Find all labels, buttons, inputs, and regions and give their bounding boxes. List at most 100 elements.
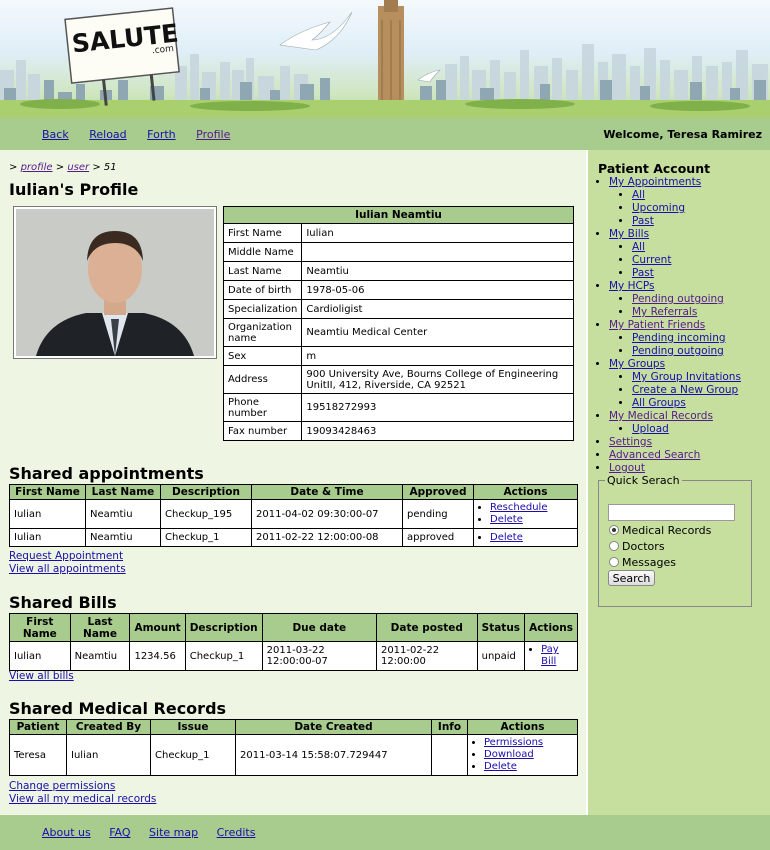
forth-link[interactable]: Forth (147, 128, 175, 141)
change-permissions-link[interactable]: Change permissions (9, 780, 156, 793)
sidebar-item-advanced-search[interactable]: Advanced Search (609, 449, 700, 461)
radio-icon[interactable] (609, 541, 619, 551)
sidebar-subitem-pending-outgoing[interactable]: Pending outgoing (632, 293, 724, 305)
radio-medical-records[interactable]: Medical Records (609, 524, 711, 537)
column-header: Issue (150, 719, 236, 735)
sidebar-subitem-all[interactable]: All (632, 189, 645, 201)
sidebar-nav: My Appointments All Upcoming Past My Bil… (598, 176, 741, 475)
sidebar-subitem-all-groups[interactable]: All Groups (632, 397, 686, 409)
field-value: m (301, 346, 574, 366)
request-appointment-link[interactable]: Request Appointment (9, 550, 126, 563)
cell: Neamtiu (69, 641, 131, 671)
delete-link[interactable]: Delete (484, 761, 517, 772)
quick-search-legend: Quick Serach (607, 474, 680, 487)
column-header: Due date (261, 613, 377, 642)
cell: Iulian (66, 734, 151, 776)
profile-name-header: Iulian Neamtiu (223, 206, 574, 224)
sidebar-item-my-medical-records[interactable]: My Medical Records (609, 410, 713, 422)
sidebar-subitem-group-invitations[interactable]: My Group Invitations (632, 371, 741, 383)
column-header: Date posted (375, 613, 478, 642)
field-value: 900 University Ave, Bourns College of En… (301, 365, 574, 394)
profile-photo (13, 206, 217, 359)
cell (431, 734, 468, 776)
search-button[interactable]: Search (608, 570, 655, 586)
field-label: Last Name (222, 261, 303, 281)
column-header: Amount (129, 613, 186, 642)
column-header: Status (476, 613, 526, 642)
cell: Iulian (9, 528, 86, 547)
footer-bar: About us FAQ Site map Credits (0, 815, 770, 850)
sidebar-item-my-appointments[interactable]: My Appointments (609, 176, 701, 188)
credits-link[interactable]: Credits (217, 826, 256, 839)
delete-link[interactable]: Delete (490, 514, 523, 525)
breadcrumb-id: 51 (103, 162, 117, 173)
field-value: Neamtiu (301, 261, 574, 281)
records-heading: Shared Medical Records (9, 699, 227, 718)
table-row: Iulian Neamtiu Checkup_1 2011-02-22 12:0… (9, 528, 578, 547)
cell: Iulian (9, 641, 71, 671)
cell: Iulian (9, 499, 86, 529)
sidebar-item-my-bills[interactable]: My Bills (609, 228, 649, 240)
field-value: 1978-05-06 (301, 280, 574, 300)
cell: Checkup_195 (160, 499, 252, 529)
view-all-appointments-link[interactable]: View all appointments (9, 563, 126, 576)
about-us-link[interactable]: About us (42, 826, 91, 839)
field-label: Sex (222, 346, 303, 366)
page-title: Iulian's Profile (9, 180, 139, 199)
breadcrumb-user-link[interactable]: user (67, 162, 89, 173)
field-value: 19093428463 (301, 421, 574, 441)
quick-search-input[interactable] (608, 504, 735, 521)
sidebar-subitem-pending-outgoing[interactable]: Pending outgoing (632, 345, 724, 357)
delete-link[interactable]: Delete (490, 532, 523, 543)
cell: Teresa (9, 734, 67, 776)
site-map-link[interactable]: Site map (149, 826, 198, 839)
cell: Checkup_1 (184, 641, 263, 671)
field-label: Address (222, 365, 303, 394)
download-link[interactable]: Download (484, 749, 534, 760)
reschedule-link[interactable]: Reschedule (490, 502, 547, 513)
sidebar-subitem-current[interactable]: Current (632, 254, 671, 266)
profile-details-table: Iulian Neamtiu First Name Iulian Middle N… (222, 206, 574, 441)
radio-icon[interactable] (609, 557, 619, 567)
field-label: Date of birth (222, 280, 303, 300)
field-label: Fax number (222, 421, 303, 441)
back-link[interactable]: Back (42, 128, 69, 141)
cell: 2011-04-02 09:30:00-07 (251, 499, 403, 529)
field-value (301, 242, 574, 262)
sidebar-subitem-pending-incoming[interactable]: Pending incoming (632, 332, 726, 344)
records-table: Patient Created By Issue Date Created In… (9, 719, 578, 776)
sidebar-item-settings[interactable]: Settings (609, 436, 652, 448)
reload-link[interactable]: Reload (89, 128, 126, 141)
radio-selected-icon[interactable] (609, 525, 619, 535)
column-header: Actions (524, 613, 578, 642)
faq-link[interactable]: FAQ (109, 826, 130, 839)
sidebar-item-my-groups[interactable]: My Groups (609, 358, 665, 370)
column-header: Created By (66, 719, 151, 735)
permissions-link[interactable]: Permissions (484, 737, 543, 748)
welcome-message: Welcome, Teresa Ramirez (603, 128, 762, 141)
sidebar-subitem-upcoming[interactable]: Upcoming (632, 202, 685, 214)
view-all-records-link[interactable]: View all my medical records (9, 793, 156, 806)
radio-messages[interactable]: Messages (609, 556, 676, 569)
cell: Neamtiu (85, 528, 161, 547)
sidebar-subitem-past[interactable]: Past (632, 267, 654, 279)
column-header: Last Name (85, 484, 161, 500)
field-label: First Name (222, 223, 303, 243)
sidebar-item-my-hcps[interactable]: My HCPs (609, 280, 654, 292)
radio-doctors[interactable]: Doctors (609, 540, 665, 553)
sidebar-item-logout[interactable]: Logout (609, 462, 645, 474)
column-header: Date & Time (251, 484, 403, 500)
view-all-bills-link[interactable]: View all bills (9, 670, 74, 683)
pay-bill-link[interactable]: Pay Bill (541, 644, 559, 667)
cell: 1234.56 (129, 641, 186, 671)
sidebar-subitem-create-group[interactable]: Create a New Group (632, 384, 738, 396)
profile-link[interactable]: Profile (196, 128, 230, 141)
sidebar-subitem-my-referrals[interactable]: My Referrals (632, 306, 697, 318)
sidebar-subitem-all[interactable]: All (632, 241, 645, 253)
sidebar-subitem-upload[interactable]: Upload (632, 423, 669, 435)
field-label: Organization name (222, 318, 303, 347)
sidebar-subitem-past[interactable]: Past (632, 215, 654, 227)
breadcrumb-profile-link[interactable]: profile (21, 162, 53, 173)
sidebar-item-my-patient-friends[interactable]: My Patient Friends (609, 319, 705, 331)
field-label: Middle Name (222, 242, 303, 262)
